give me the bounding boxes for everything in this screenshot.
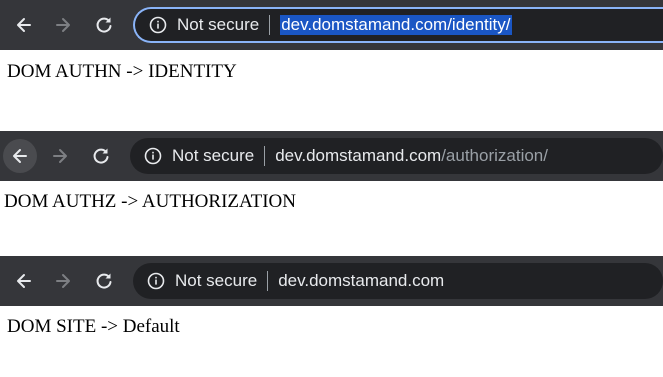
reload-icon: [93, 148, 109, 164]
arrow-right-icon: [56, 18, 70, 32]
url-host: dev.domstamand.com: [281, 15, 448, 34]
url-text[interactable]: dev.domstamand.com/authorization/: [275, 146, 548, 166]
info-circle-icon: [144, 147, 162, 165]
back-button[interactable]: [7, 8, 41, 42]
page-content: DOM AUTHZ -> AUTHORIZATION: [0, 181, 663, 256]
browser-toolbar: Not secure dev.domstamand.com/authorizat…: [0, 131, 663, 181]
reload-button[interactable]: [84, 139, 118, 173]
info-circle-icon: [147, 272, 165, 290]
url-host: dev.domstamand.com: [278, 271, 445, 290]
back-button[interactable]: [7, 264, 41, 298]
page-heading: DOM AUTHZ -> AUTHORIZATION: [4, 191, 296, 212]
url-text[interactable]: dev.domstamand.com: [278, 271, 444, 291]
omnibox-divider: [267, 271, 269, 291]
forward-button[interactable]: [46, 8, 80, 42]
forward-button[interactable]: [46, 264, 80, 298]
url-path: /authorization/: [441, 146, 548, 165]
info-circle-icon: [149, 16, 167, 34]
reload-icon: [96, 273, 112, 289]
browser-toolbar: Not secure dev.domstamand.com/identity/: [0, 0, 663, 50]
arrow-right-icon: [56, 274, 70, 288]
reload-button[interactable]: [87, 8, 121, 42]
omnibox-divider: [264, 146, 266, 166]
page-heading: DOM AUTHN -> IDENTITY: [7, 61, 237, 82]
address-bar[interactable]: Not secure dev.domstamand.com/authorizat…: [130, 138, 663, 174]
arrow-left-icon: [17, 274, 31, 288]
security-label[interactable]: Not secure: [175, 271, 257, 291]
reload-button[interactable]: [87, 264, 121, 298]
arrow-right-icon: [53, 149, 67, 163]
url-host: dev.domstamand.com: [275, 146, 442, 165]
page-content: DOM SITE -> Default: [0, 306, 663, 377]
browser-toolbar: Not secure dev.domstamand.com: [0, 256, 663, 306]
page-heading: DOM SITE -> Default: [7, 316, 180, 337]
arrow-left-icon: [13, 149, 27, 163]
security-label[interactable]: Not secure: [172, 146, 254, 166]
arrow-left-icon: [17, 18, 31, 32]
forward-button[interactable]: [43, 139, 77, 173]
reload-icon: [96, 17, 112, 33]
url-path: /identity/: [447, 15, 511, 34]
omnibox-divider: [269, 15, 271, 35]
address-bar[interactable]: Not secure dev.domstamand.com/identity/: [133, 7, 663, 43]
url-text[interactable]: dev.domstamand.com/identity/: [280, 15, 512, 35]
address-bar[interactable]: Not secure dev.domstamand.com: [133, 263, 663, 299]
back-button[interactable]: [3, 139, 37, 173]
page-content: DOM AUTHN -> IDENTITY: [0, 50, 663, 128]
security-label[interactable]: Not secure: [177, 15, 259, 35]
